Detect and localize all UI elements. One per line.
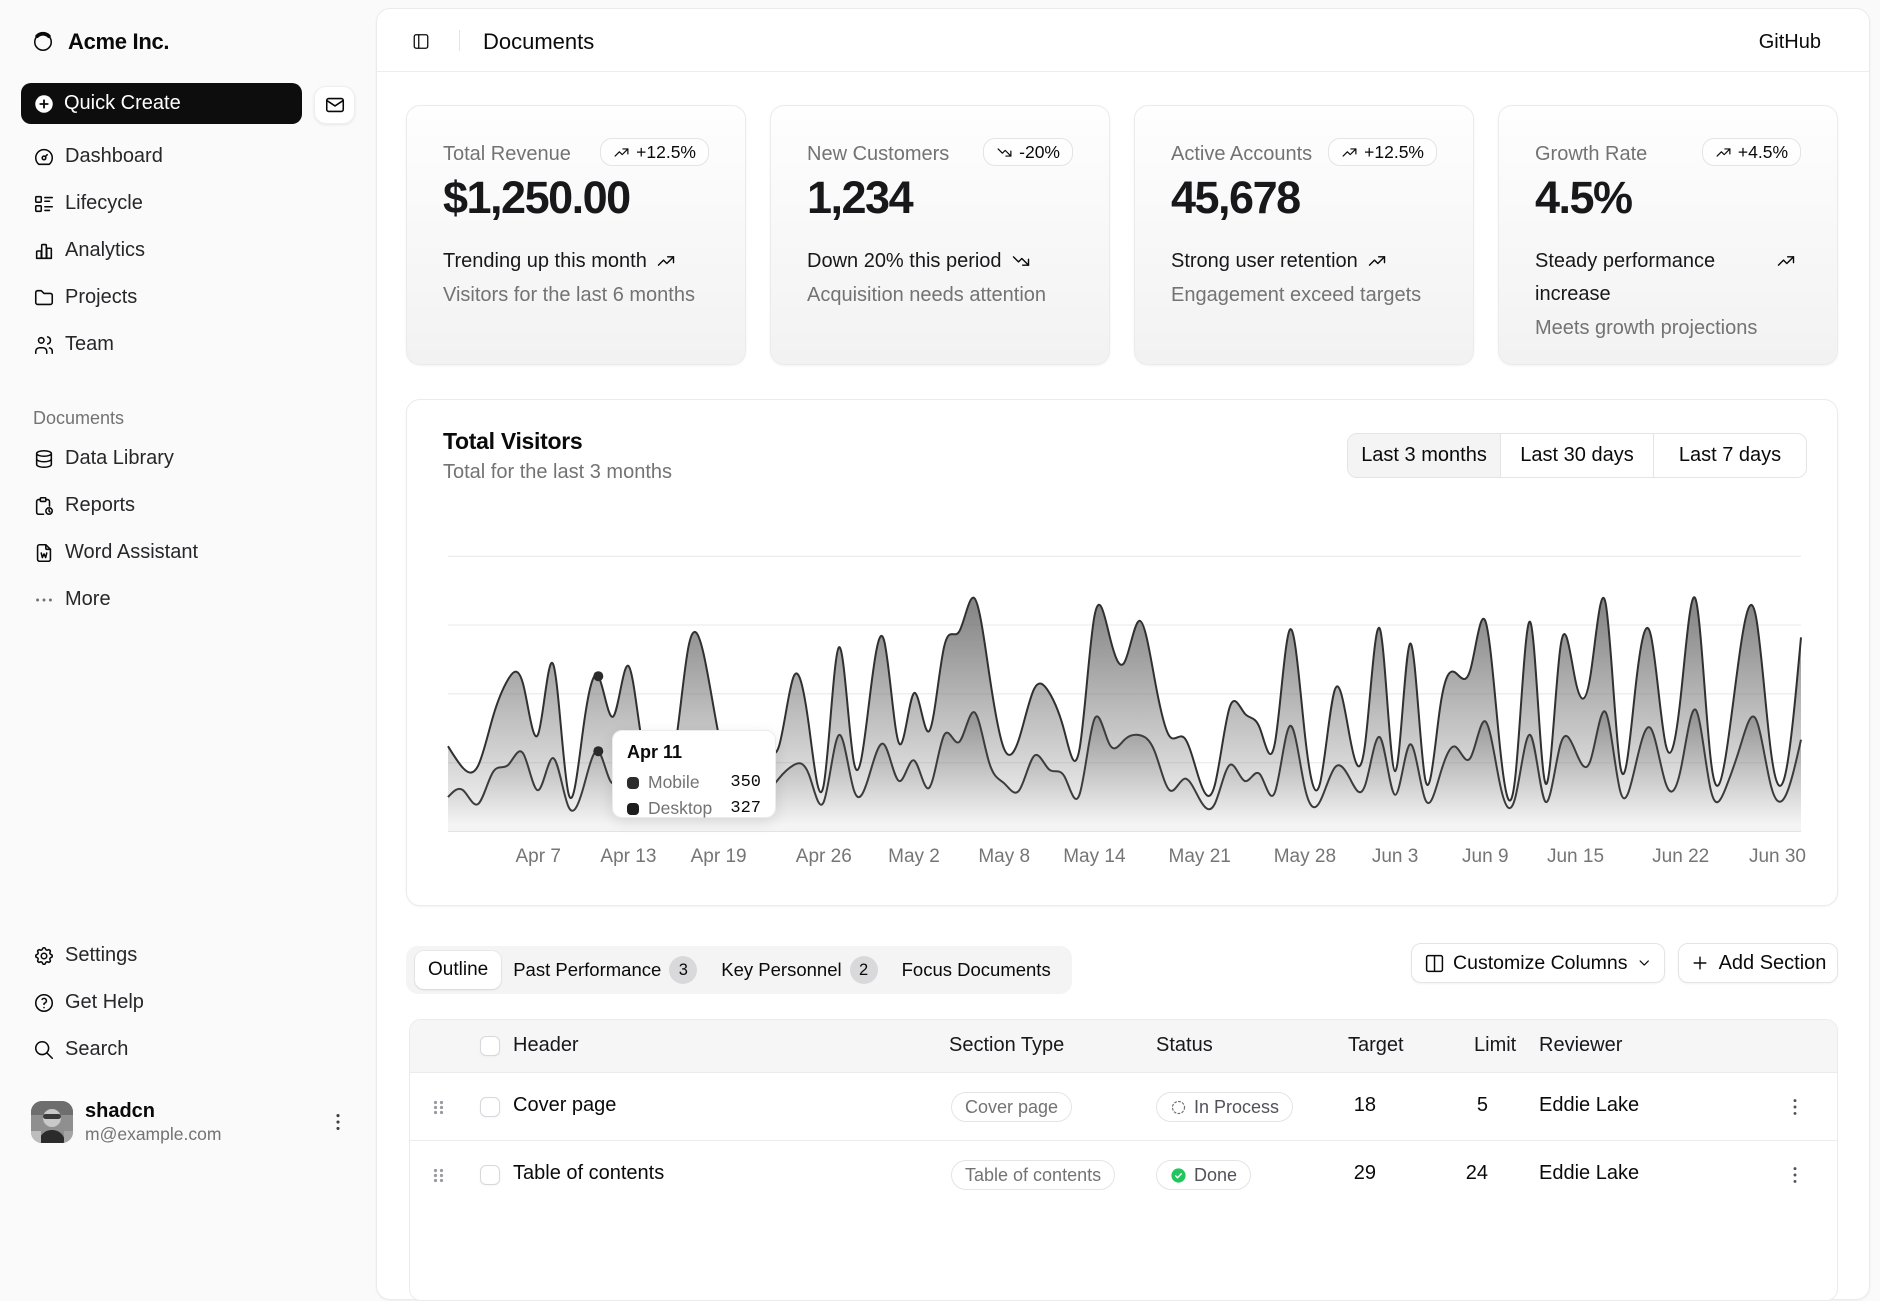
svg-text:Apr 13: Apr 13	[600, 846, 656, 867]
svg-text:Apr 7: Apr 7	[515, 846, 560, 867]
svg-text:Jun 30: Jun 30	[1749, 846, 1806, 867]
svg-text:May 14: May 14	[1063, 846, 1126, 867]
svg-text:Jun 15: Jun 15	[1547, 846, 1604, 867]
svg-text:Jun 3: Jun 3	[1372, 846, 1418, 867]
svg-text:Jun 9: Jun 9	[1462, 846, 1508, 867]
svg-text:May 28: May 28	[1274, 846, 1336, 867]
svg-text:May 2: May 2	[888, 846, 940, 867]
svg-text:May 21: May 21	[1169, 846, 1231, 867]
svg-text:Apr 19: Apr 19	[691, 846, 747, 867]
svg-text:Apr 26: Apr 26	[796, 846, 852, 867]
svg-text:May 8: May 8	[978, 846, 1030, 867]
svg-text:Jun 22: Jun 22	[1652, 846, 1709, 867]
